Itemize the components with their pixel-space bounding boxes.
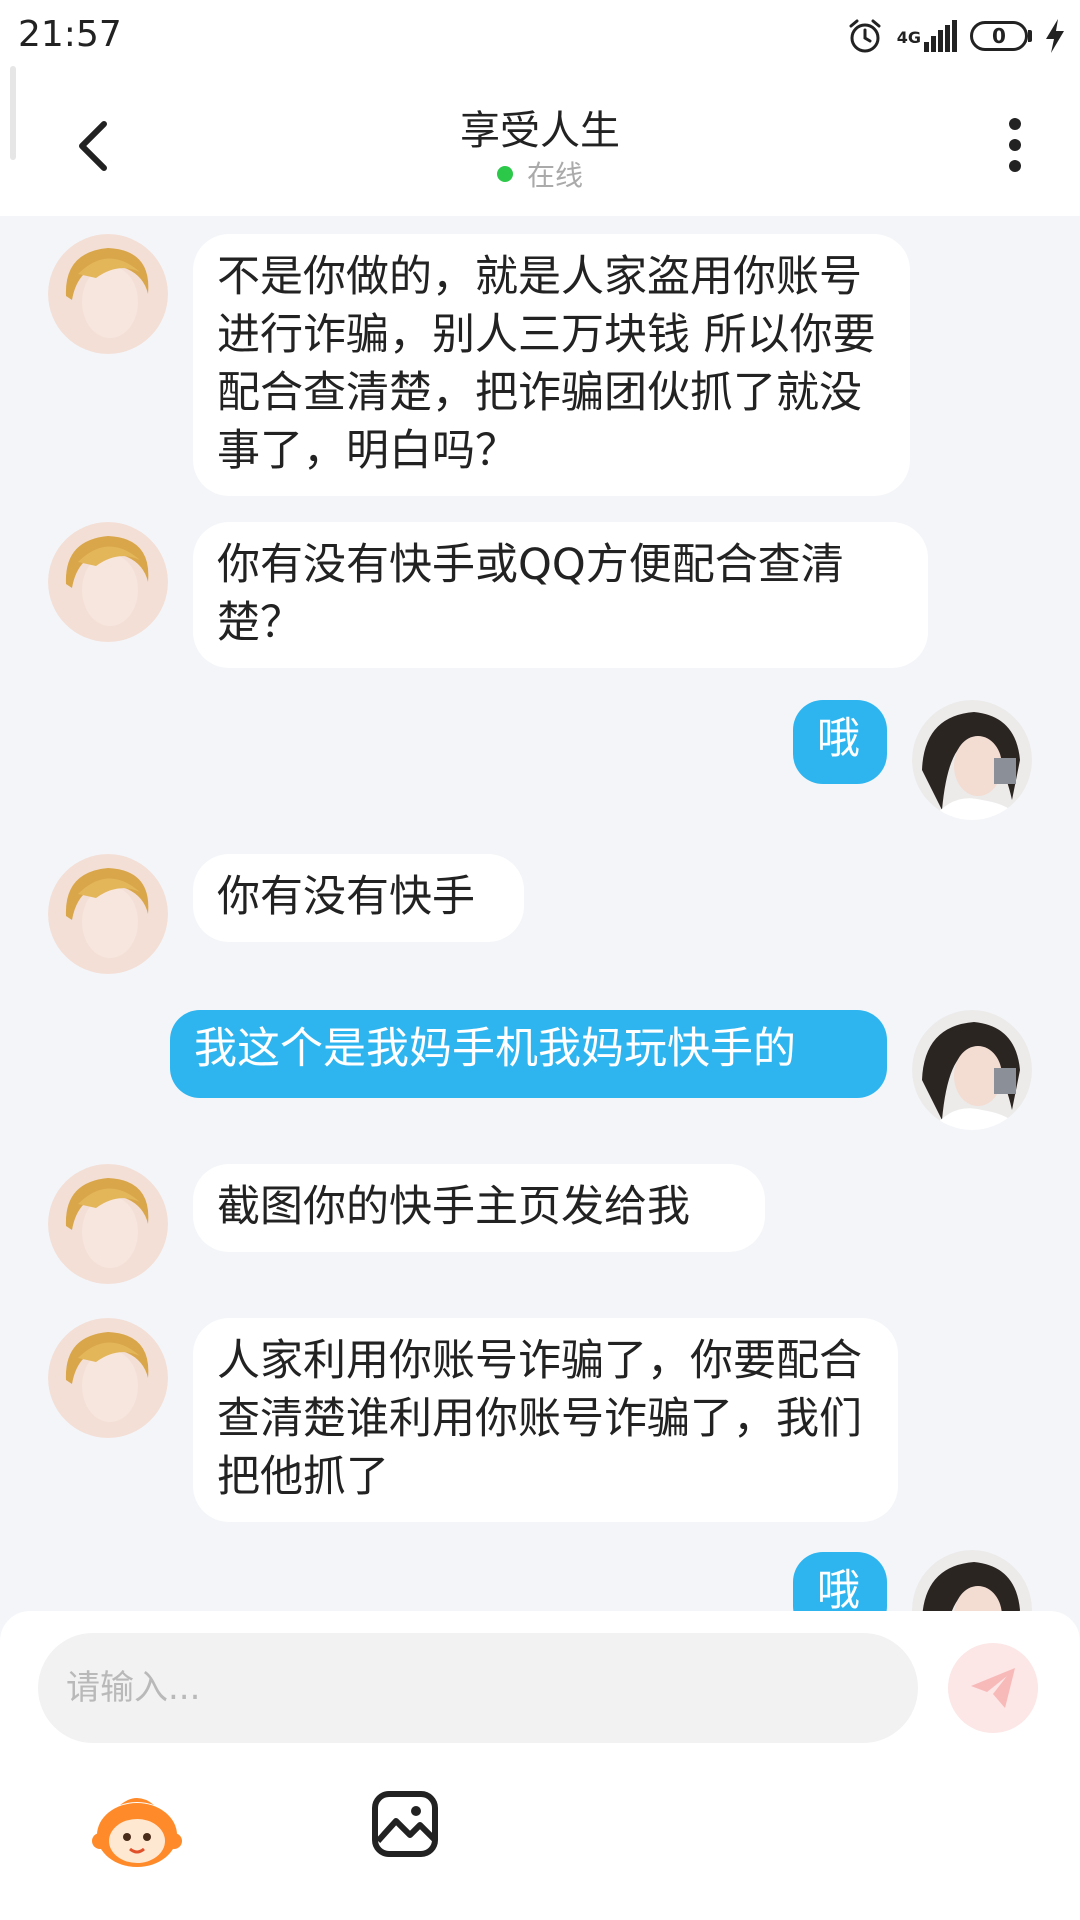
network-type: 4G [896, 28, 921, 47]
battery-icon: 0 [970, 21, 1032, 51]
user-avatar[interactable] [912, 700, 1032, 820]
message-bubble[interactable]: 人家利用你账号诈骗了，你要配合查清楚谁利用你账号诈骗了，我们把他抓了 [193, 1318, 898, 1522]
message-bubble[interactable]: 哦 [793, 1552, 887, 1611]
online-status-text: 在线 [526, 159, 583, 192]
emoji-mascot-icon [92, 1798, 182, 1867]
status-time: 21:57 [18, 14, 122, 55]
image-button[interactable] [370, 1789, 440, 1859]
chat-title: 享受人生 [460, 108, 620, 154]
emoji-button[interactable] [92, 1791, 182, 1871]
status-bar: 21:57 4G 0 [0, 0, 1080, 74]
more-options-button[interactable] [980, 110, 1050, 180]
battery-level: 0 [992, 24, 1006, 48]
online-status: 在线 [0, 154, 1080, 194]
message-input[interactable] [38, 1633, 918, 1743]
contact-avatar[interactable] [48, 1318, 168, 1438]
charging-icon [1046, 19, 1064, 53]
contact-avatar[interactable] [48, 522, 168, 642]
image-icon [372, 1791, 438, 1857]
composer [0, 1611, 1080, 1920]
contact-avatar[interactable] [48, 234, 168, 354]
message-bubble[interactable]: 哦 [793, 700, 887, 784]
signal-icon [924, 20, 957, 52]
contact-avatar[interactable] [48, 1164, 168, 1284]
user-avatar[interactable] [912, 1010, 1032, 1130]
message-bubble[interactable]: 你有没有快手 [193, 854, 524, 942]
message-bubble[interactable]: 我这个是我妈手机我妈玩快手的 [170, 1010, 887, 1098]
message-bubble[interactable]: 截图你的快手主页发给我 [193, 1164, 765, 1252]
user-avatar[interactable] [912, 1550, 1032, 1611]
send-icon [971, 1668, 1015, 1708]
alarm-icon [849, 19, 881, 53]
message-list[interactable]: 不是你做的，就是人家盗用你账号进行诈骗，别人三万块钱 所以你要配合查清楚，把诈骗… [0, 216, 1080, 1611]
contact-avatar[interactable] [48, 854, 168, 974]
online-dot [496, 166, 513, 182]
message-bubble[interactable]: 不是你做的，就是人家盗用你账号进行诈骗，别人三万块钱 所以你要配合查清楚，把诈骗… [193, 234, 910, 496]
send-button[interactable] [948, 1643, 1038, 1733]
status-icons: 4G 0 [845, 16, 1066, 56]
chat-header: 享受人生 在线 [0, 66, 1080, 216]
message-bubble[interactable]: 你有没有快手或QQ方便配合查清楚？ [193, 522, 928, 668]
more-vertical-icon [1009, 118, 1021, 172]
